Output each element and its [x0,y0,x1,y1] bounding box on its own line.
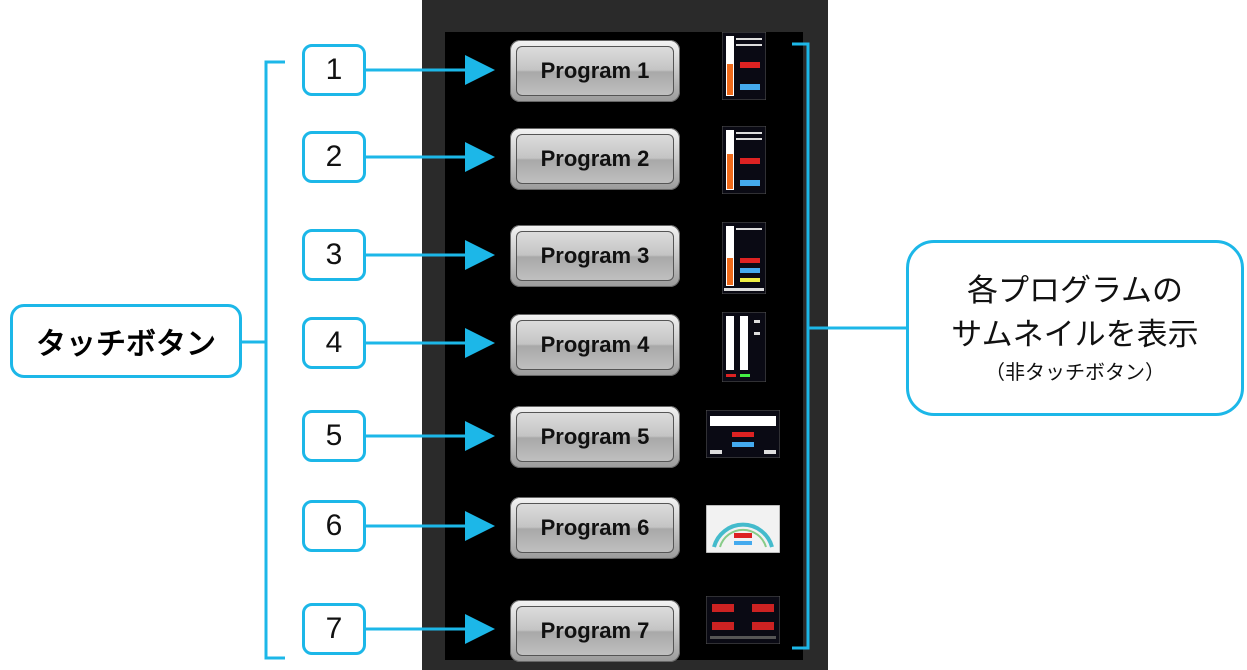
program-number-3: 3 [302,229,366,281]
program-2-thumbnail [722,126,766,194]
program-7-thumbnail [706,596,780,644]
program-4-label: Program 4 [516,320,674,370]
program-2-button[interactable]: Program 2 [510,128,680,190]
program-number-4: 4 [302,317,366,369]
program-number-7: 7 [302,603,366,655]
label-line-1: 各プログラム [966,273,1153,309]
program-7-label: Program 7 [516,606,674,656]
program-number-5: 5 [302,410,366,462]
program-3-thumbnail [722,222,766,294]
program-2-label: Program 2 [516,134,674,184]
program-1-button[interactable]: Program 1 [510,40,680,102]
program-number-1: 1 [302,44,366,96]
thumbnail-description-label: 各プログラムの サムネイルを表示 （非タッチボタン） [906,240,1244,416]
program-number-6: 6 [302,500,366,552]
program-1-thumbnail [722,32,766,100]
program-4-thumbnail [722,312,766,382]
program-1-label: Program 1 [516,46,674,96]
program-5-label: Program 5 [516,412,674,462]
program-number-2: 2 [302,131,366,183]
program-5-button[interactable]: Program 5 [510,406,680,468]
label-line-1b: の [1152,273,1184,309]
label-line-3: （非タッチボタン） [985,360,1165,384]
program-3-button[interactable]: Program 3 [510,225,680,287]
program-7-button[interactable]: Program 7 [510,600,680,662]
program-6-button[interactable]: Program 6 [510,497,680,559]
touch-button-label: タッチボタン [10,304,242,378]
program-3-label: Program 3 [516,231,674,281]
program-5-thumbnail [706,410,780,458]
program-4-button[interactable]: Program 4 [510,314,680,376]
label-line-2: サムネイルを表示 [951,317,1199,353]
program-6-thumbnail [706,505,780,553]
program-6-label: Program 6 [516,503,674,553]
